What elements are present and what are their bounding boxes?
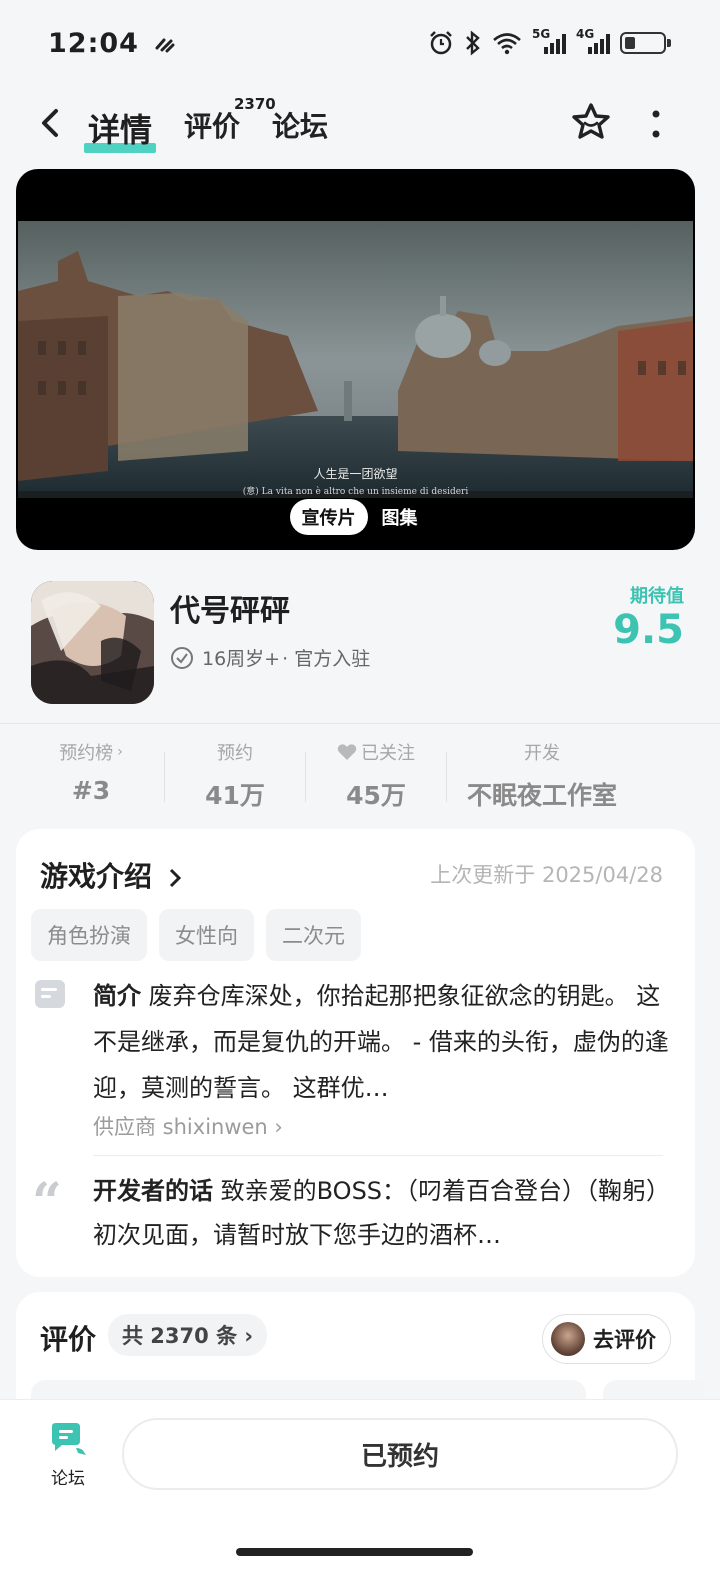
stat-reservations: 预约 41万 [165,738,305,810]
quote-icon: “ [32,1172,62,1233]
last-updated: 上次更新于 2025/04/28 [430,863,663,887]
media-tabs: 宣传片 图集 [16,499,695,535]
heart-icon [337,744,357,760]
supplier-link[interactable]: 供应商 shixinwen › [93,1111,283,1141]
game-meta: 16周岁+ · 官方入驻 [170,644,370,671]
divider [93,1155,663,1156]
tag-item[interactable]: 二次元 [266,909,361,961]
tag-item[interactable]: 女性向 [159,909,254,961]
summary-label: 简介 [93,982,141,1010]
intro-title[interactable]: 游戏介绍 [40,855,182,895]
media-tab-trailer[interactable]: 宣传片 [289,499,368,535]
forum-chat-icon [52,1423,86,1455]
stats-row: 预约榜 › #3 预约 41万 已关注 45万 开发 不眠夜工作室 [18,738,708,810]
stat-reservations-value: 41万 [205,781,265,810]
more-options-icon[interactable] [644,107,668,141]
video-frame [18,221,693,498]
stat-developer[interactable]: 开发 不眠夜工作室 [447,738,637,810]
tag-item[interactable]: 角色扮演 [31,909,147,961]
expectation-label: 期待值 [630,586,684,607]
summary-doc-icon [35,980,65,1008]
status-bar: 12:04 5G 4G [0,0,720,90]
stat-followed[interactable]: 已关注 45万 [306,738,446,810]
developer-words[interactable]: 开发者的话 致亲爱的BOSS：（叼着百合登台）（鞠躬）初次见面，请暂时放下您手边… [93,1169,673,1257]
game-icon-art [31,581,154,704]
expectation-value: 9.5 [613,607,684,653]
stat-rank-label: 预约榜 › [59,743,123,764]
battery-icon [620,32,671,54]
official-badge: · 官方入驻 [282,648,371,670]
back-icon[interactable] [34,103,70,143]
expectation-score: 期待值 9.5 [613,582,684,652]
write-review-button[interactable]: 去评价 [542,1314,671,1364]
subtitle-line-2: (意) La vita non è altro che un insieme d… [242,487,469,497]
reviews-count-link[interactable]: 共 2370 条 › [108,1314,268,1356]
stat-rank[interactable]: 预约榜 › #3 [18,738,164,810]
status-time: 12:04 [48,28,175,59]
home-indicator[interactable] [236,1548,473,1556]
forum-label: 论坛 [51,1469,85,1489]
stat-developer-value: 不眠夜工作室 [466,781,617,810]
media-tab-gallery[interactable]: 图集 [378,499,422,535]
reserved-button[interactable]: 已预约 [122,1418,678,1490]
status-icons: 5G 4G [428,27,671,56]
write-review-label: 去评价 [593,1328,656,1352]
clock-text: 12:04 [48,28,139,59]
summary-text: 废弃仓库深处，你拾起那把象征欲念的钥匙。 这不是继承，而是复仇的开端。 - 借来… [93,982,669,1102]
stat-developer-label: 开发 [524,743,560,764]
favorite-star-icon[interactable] [570,101,612,143]
tab-review[interactable]: 评价 [184,105,240,145]
top-nav: 详情 评价 2370 论坛 [0,95,720,155]
verified-check-icon [171,646,193,669]
chevron-right-icon [169,868,181,888]
age-rating: 16周岁+ [202,648,281,670]
divider [0,723,720,724]
promo-video[interactable]: 人生是一团欲望 (意) La vita non è altro che un i… [16,169,695,550]
stat-followed-label: 已关注 [306,738,446,766]
subtitle-line-1: 人生是一团欲望 [313,467,398,481]
nfc-icon [155,38,175,52]
signal-5g-icon: 5G [532,27,566,55]
bluetooth-icon [464,30,482,56]
stat-reservations-label: 预约 [217,743,253,764]
video-subtitle: 人生是一团欲望 (意) La vita non è altro che un i… [16,465,695,497]
game-icon [31,581,154,704]
wifi-icon [492,31,522,55]
developer-words-label: 开发者的话 [93,1177,213,1205]
net-label-5g: 5G [532,27,551,41]
tab-forum[interactable]: 论坛 [272,105,328,145]
avatar [551,1322,585,1356]
game-intro-card: 游戏介绍 上次更新于 2025/04/28 角色扮演 女性向 二次元 简介 废弃… [16,829,695,1277]
game-title: 代号砰砰 [170,594,290,629]
tag-list: 角色扮演 女性向 二次元 [31,909,361,961]
bottom-action-bar: 论坛 已预约 [0,1399,720,1591]
review-count-badge: 2370 [234,95,276,113]
stat-followed-value: 45万 [346,781,406,810]
tab-detail[interactable]: 详情 [83,105,157,153]
stat-rank-value: #3 [71,776,111,805]
alarm-icon [428,30,454,56]
reviews-title: 评价 [40,1323,97,1356]
signal-4g-icon: 4G [576,27,610,55]
game-summary[interactable]: 简介 废弃仓库深处，你拾起那把象征欲念的钥匙。 这不是继承，而是复仇的开端。 -… [93,973,673,1111]
chevron-right-icon: › [267,1115,283,1139]
net-label-4g: 4G [576,27,595,41]
chevron-right-icon: › [117,744,123,760]
forum-entry[interactable]: 论坛 [46,1422,90,1489]
venice-scene-image [18,221,693,498]
chevron-right-icon: › [237,1324,254,1348]
